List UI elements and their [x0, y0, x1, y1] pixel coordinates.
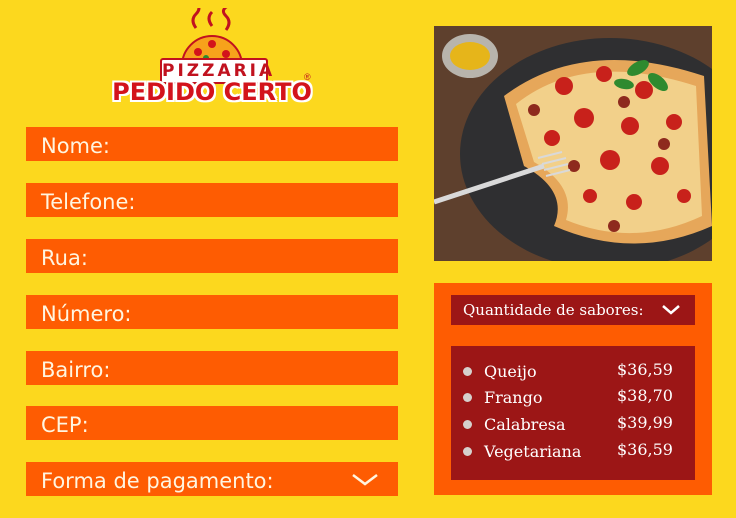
flavor-quantity-label: Quantidade de sabores:: [463, 301, 644, 319]
flavor-price: $36,59: [617, 440, 673, 459]
street-label: Rua:: [41, 246, 88, 270]
flavor-name: Frango: [484, 388, 543, 407]
zip-label: CEP:: [41, 413, 89, 437]
flavor-name: Calabresa: [484, 415, 566, 434]
street-field[interactable]: Rua:: [26, 239, 398, 273]
flavor-quantity-select[interactable]: Quantidade de sabores:: [451, 295, 695, 325]
flavor-item-frango[interactable]: Frango $38,70: [463, 386, 685, 410]
bullet-icon: [463, 420, 472, 429]
payment-select[interactable]: Forma de pagamento:: [26, 462, 398, 496]
pizza-photo: [434, 26, 712, 261]
bullet-icon: [463, 447, 472, 456]
flavor-item-queijo[interactable]: Queijo $36,59: [463, 360, 685, 384]
neighborhood-label: Bairro:: [41, 358, 111, 382]
zip-field[interactable]: CEP:: [26, 406, 398, 440]
logo-main-text: PEDIDO CERTO: [112, 78, 312, 106]
flavor-list: Queijo $36,59 Frango $38,70 Calabresa $3…: [451, 346, 695, 480]
flavor-price: $38,70: [617, 386, 673, 405]
registered-mark: ®: [304, 72, 311, 82]
phone-field[interactable]: Telefone:: [26, 183, 398, 217]
name-label: Nome:: [41, 134, 111, 158]
number-field[interactable]: Número:: [26, 295, 398, 329]
chevron-down-icon[interactable]: [661, 303, 681, 317]
payment-label: Forma de pagamento:: [41, 469, 274, 493]
flavor-item-vegetariana[interactable]: Vegetariana $36,59: [463, 440, 685, 464]
pizza-image: [434, 26, 712, 261]
bullet-icon: [463, 367, 472, 376]
flavor-item-calabresa[interactable]: Calabresa $39,99: [463, 413, 685, 437]
neighborhood-field[interactable]: Bairro:: [26, 351, 398, 385]
flavor-name: Vegetariana: [484, 442, 582, 461]
flavor-price: $36,59: [617, 360, 673, 379]
pizzeria-logo: PIZZARIA PEDIDO CERTO ®: [108, 8, 316, 108]
name-field[interactable]: Nome:: [26, 127, 398, 161]
flavor-name: Queijo: [484, 362, 537, 381]
number-label: Número:: [41, 302, 132, 326]
bullet-icon: [463, 393, 472, 402]
phone-label: Telefone:: [41, 190, 136, 214]
chevron-down-icon[interactable]: [350, 466, 380, 492]
flavors-panel: Quantidade de sabores: Queijo $36,59 Fra…: [434, 283, 712, 495]
flavor-price: $39,99: [617, 413, 673, 432]
